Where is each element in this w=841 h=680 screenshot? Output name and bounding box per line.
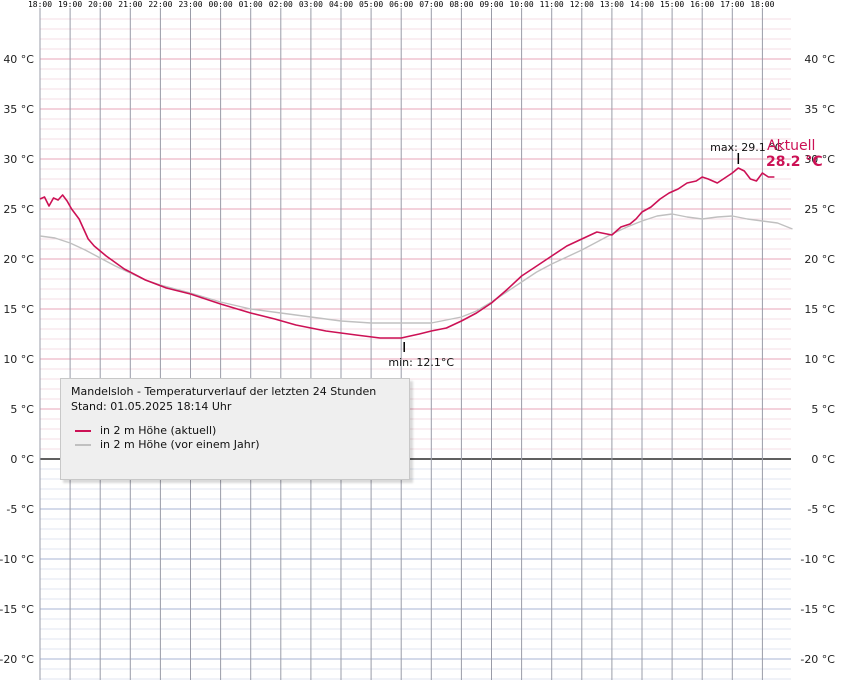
y-tick-label-left: 40 °C: [3, 53, 34, 66]
y-tick-label-left: -15 °C: [0, 603, 34, 616]
x-tick-label: 08:00: [449, 0, 473, 9]
y-tick-label-left: -5 °C: [6, 503, 34, 516]
y-tick-label-right: -5 °C: [807, 503, 835, 516]
legend-swatch-current: [75, 430, 91, 432]
x-tick-label: 04:00: [329, 0, 353, 9]
y-tick-label-right: 35 °C: [804, 103, 835, 116]
chart-subtitle: Stand: 01.05.2025 18:14 Uhr: [71, 400, 232, 413]
y-tick-label-right: -15 °C: [800, 603, 835, 616]
y-tick-label-right: 40 °C: [804, 53, 835, 66]
minor-gridlines: [40, 18, 791, 680]
temperature-chart: 18:00 19:00 20:00 21:00 22:00 23:00 00:00 01:00…: [0, 0, 835, 680]
series-lines: [39, 167, 793, 339]
x-tick-label: 14:00: [630, 0, 654, 9]
y-tick-label-left: 30 °C: [3, 153, 34, 166]
x-tick-label: 18:00: [750, 0, 774, 9]
series-line-current: [39, 167, 775, 339]
x-tick-label: 01:00: [239, 0, 263, 9]
y-tick-label-left: -20 °C: [0, 653, 34, 666]
y-tick-label-right: 5 °C: [811, 403, 835, 416]
y-tick-label-left: 0 °C: [10, 453, 34, 466]
x-tick-label: 00:00: [209, 0, 233, 9]
y-tick-label-right: -20 °C: [800, 653, 835, 666]
x-tick-label: 18:00: [28, 0, 52, 9]
x-tick-label: 06:00: [389, 0, 413, 9]
x-tick-label: 17:00: [720, 0, 744, 9]
x-tick-label: 02:00: [269, 0, 293, 9]
x-tick-label: 03:00: [299, 0, 323, 9]
x-tick-label: 12:00: [570, 0, 594, 9]
legend-swatch-last-year: [75, 444, 91, 446]
x-tick-label: 20:00: [88, 0, 112, 9]
y-tick-label-left: 15 °C: [3, 303, 34, 316]
x-tick-label: 11:00: [540, 0, 564, 9]
y-tick-label-right: 20 °C: [804, 253, 835, 266]
y-tick-label-right: 15 °C: [804, 303, 835, 316]
current-value: 28.2 °C: [766, 154, 823, 170]
x-tick-label: 23:00: [178, 0, 202, 9]
x-axis-labels: 18:00 19:00 20:00 21:00 22:00 23:00 00:00 01:00…: [28, 0, 775, 9]
x-tick-label: 09:00: [479, 0, 503, 9]
x-tick-label: 05:00: [359, 0, 383, 9]
y-tick-label-right: 25 °C: [804, 203, 835, 216]
annotations: max: 29.1 °C min: 12.1°C Aktuell 28.2 °C: [388, 138, 822, 369]
y-tick-label-left: 20 °C: [3, 253, 34, 266]
x-tick-label: 16:00: [690, 0, 714, 9]
x-tick-label: 19:00: [58, 0, 82, 9]
legend-box: Mandelsloh - Temperaturverlauf der letzt…: [60, 378, 410, 480]
x-tick-label: 21:00: [118, 0, 142, 9]
x-tick-label: 13:00: [600, 0, 624, 9]
y-tick-label-left: 35 °C: [3, 103, 34, 116]
x-tick-label: 15:00: [660, 0, 684, 9]
y-tick-label-left: 10 °C: [3, 353, 34, 366]
x-tick-label: 07:00: [419, 0, 443, 9]
legend-label-last-year: in 2 m Höhe (vor einem Jahr): [100, 438, 260, 451]
y-tick-label-right: 0 °C: [811, 453, 835, 466]
y-axis-labels-left: -20 °C -15 °C -10 °C -5 °C 0 °C 5 °C 10 °C 15 °…: [0, 53, 34, 666]
y-tick-label-left: 25 °C: [3, 203, 34, 216]
current-label: Aktuell: [767, 138, 815, 154]
min-label: min: 12.1°C: [388, 356, 454, 369]
y-tick-label-left: 5 °C: [10, 403, 34, 416]
y-tick-label-left: -10 °C: [0, 553, 34, 566]
x-tick-label: 22:00: [148, 0, 172, 9]
x-tick-label: 10:00: [510, 0, 534, 9]
chart-title: Mandelsloh - Temperaturverlauf der letzt…: [71, 385, 377, 398]
y-tick-label-right: -10 °C: [800, 553, 835, 566]
legend-label-current: in 2 m Höhe (aktuell): [100, 424, 217, 437]
y-tick-label-right: 10 °C: [804, 353, 835, 366]
